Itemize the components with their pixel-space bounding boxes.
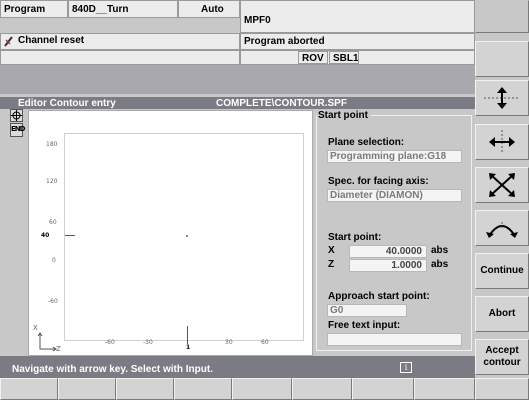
program-status: Program aborted	[240, 33, 475, 50]
section-title: Start point	[318, 110, 368, 121]
plot-frame	[64, 133, 304, 341]
channel-reset-icon	[4, 36, 14, 47]
vertical-arrows-icon	[484, 87, 520, 109]
facing-field[interactable]: Diameter (DIAMON)	[327, 189, 462, 202]
y-tick: 180	[46, 141, 58, 148]
z-unit: abs	[431, 259, 449, 270]
editor-file-path: COMPLETE\CONTOUR.SPF	[216, 98, 347, 109]
x-tick: 60	[261, 339, 269, 346]
softkey-v2[interactable]	[475, 41, 529, 77]
vertical-arrows-softkey[interactable]	[475, 80, 529, 116]
sbl-indicator: SBL1	[329, 51, 359, 64]
approach-field[interactable]: G0	[327, 304, 407, 317]
z-label: Z	[328, 259, 335, 270]
rov-indicator: ROV	[298, 51, 328, 64]
x-input[interactable]: 40.0000	[349, 245, 427, 258]
program-name: MPF0	[240, 0, 475, 33]
softkey-h5[interactable]	[232, 378, 292, 400]
status-message: Navigate with arrow key. Select with Inp…	[12, 364, 213, 375]
info-band	[0, 65, 475, 94]
free-text-label: Free text input:	[328, 320, 401, 331]
axis-indicator-icon: X Z	[32, 324, 62, 355]
softkey-h2[interactable]	[58, 378, 116, 400]
z-input[interactable]: 1.0000	[349, 259, 427, 272]
y-tick: 0	[52, 257, 56, 264]
axis-z-label: Z	[56, 345, 61, 353]
accept-contour-button[interactable]: Accept contour	[475, 339, 529, 375]
horizontal-arrows-icon	[489, 130, 515, 154]
axis-x-label: X	[33, 324, 38, 332]
arc-softkey[interactable]	[475, 210, 529, 246]
x-tick: 1	[186, 344, 191, 351]
editor-title: Editor Contour entry	[18, 98, 116, 109]
x-tick: -30	[143, 339, 153, 346]
x-tick: 30	[225, 339, 233, 346]
section-rule	[371, 115, 472, 116]
contour-start-icon[interactable]	[10, 109, 23, 122]
start-point-panel: Start point Plane selection: Programming…	[313, 110, 475, 356]
softkey-v1[interactable]	[475, 0, 529, 33]
spare-row-left	[0, 50, 240, 65]
area-label: Program	[0, 0, 68, 18]
diagonal-arrows-softkey[interactable]	[475, 167, 529, 203]
arc-icon	[486, 222, 518, 238]
accept-label-line1: Accept	[485, 345, 519, 356]
continue-button[interactable]: Continue	[475, 253, 529, 289]
info-icon[interactable]: i	[400, 362, 412, 373]
abort-button[interactable]: Abort	[475, 296, 529, 332]
plane-field[interactable]: Programming plane:G18	[327, 150, 462, 163]
start-point-marker	[186, 235, 188, 237]
x-tick: -60	[105, 339, 115, 346]
y-tick: 60	[49, 219, 57, 226]
softkey-h3[interactable]	[116, 378, 174, 400]
softkey-h1[interactable]	[0, 378, 58, 400]
contour-end-icon[interactable]: END	[10, 123, 25, 137]
facing-label: Spec. for facing axis:	[328, 176, 429, 187]
plane-label: Plane selection:	[328, 137, 405, 148]
contour-graphic: 180 120 60 40 0 -60 -60 -30 1 30 60 X Z	[28, 110, 313, 356]
channel-status: Channel reset	[18, 35, 85, 46]
horizontal-arrows-softkey[interactable]	[475, 124, 529, 160]
channel-status-row: Channel reset	[0, 33, 240, 50]
machine-name: 840D__Turn	[68, 0, 178, 18]
approach-label: Approach start point:	[328, 291, 430, 302]
y-tick: 40	[41, 232, 50, 239]
softkey-h8[interactable]	[414, 378, 475, 400]
softkey-h7[interactable]	[352, 378, 414, 400]
softkey-h6[interactable]	[292, 378, 352, 400]
y-tick: 120	[46, 178, 58, 185]
x-axis-marker	[65, 235, 75, 236]
x-label: X	[328, 245, 335, 256]
x-unit: abs	[431, 245, 449, 256]
start-point-label: Start point:	[328, 232, 382, 243]
mode-label: Auto	[178, 0, 240, 18]
free-text-input[interactable]	[327, 333, 462, 346]
y-tick: -60	[48, 298, 58, 305]
accept-label-line2: contour	[483, 357, 521, 368]
end-label: END	[11, 125, 25, 133]
softkey-h9[interactable]	[475, 378, 529, 400]
softkey-h4[interactable]	[174, 378, 232, 400]
z-axis-line	[187, 326, 188, 344]
diagonal-arrows-icon	[489, 173, 515, 197]
